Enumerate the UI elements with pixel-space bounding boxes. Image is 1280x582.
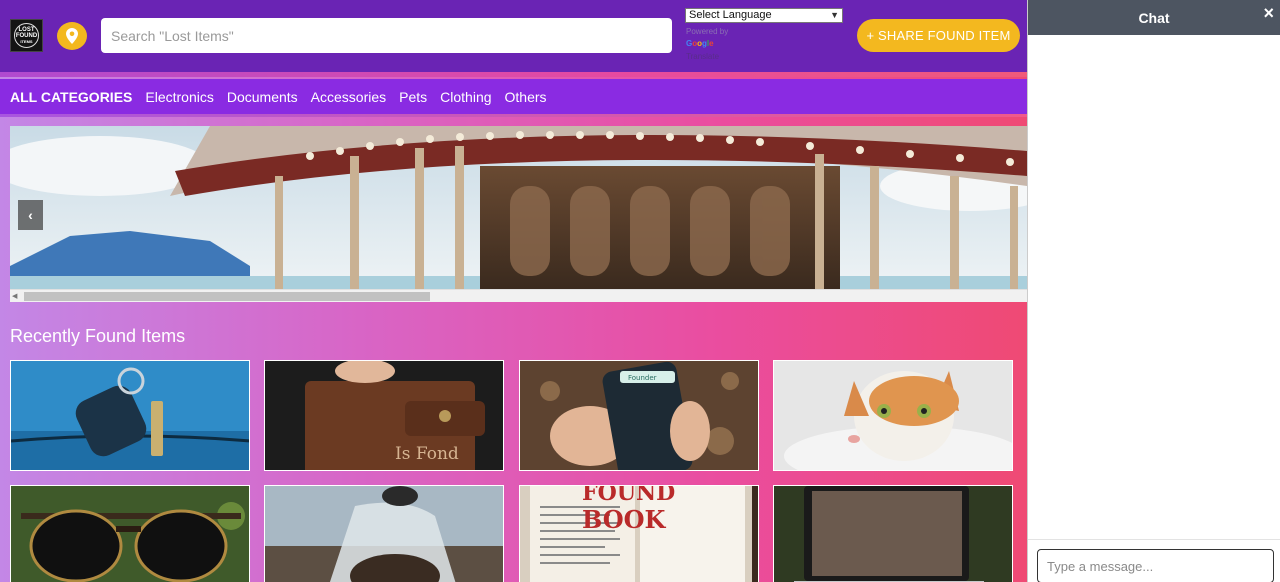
item-card-plastic-bag[interactable] [264,485,504,582]
carousel-illustration [10,126,1027,289]
category-others[interactable]: Others [505,89,547,105]
category-divider [0,114,1027,117]
book-overlay-text-2: BOOK [582,505,667,534]
recently-found-title: Recently Found Items [10,326,186,346]
close-icon[interactable]: × [1263,3,1274,24]
book-image: FOUND BOOK [520,486,758,582]
item-card-sunglasses[interactable] [10,485,250,582]
category-nav: ALL CATEGORIES Electronics Documents Acc… [0,79,1027,114]
item-card-wallet[interactable]: Is Fond [264,360,504,471]
phone-overlay-text: Founder [628,374,657,382]
share-found-item-button[interactable]: + SHARE FOUND ITEM [857,19,1020,52]
laptop-image [774,486,1012,582]
header-divider [0,72,1027,77]
category-accessories[interactable]: Accessories [311,89,386,105]
powered-by-text: Powered by [686,27,729,36]
translate-link[interactable]: Translate [686,52,719,62]
chat-messages [1028,35,1280,539]
scrollbar-thumb[interactable] [24,292,430,301]
carousel-prev-button[interactable]: ‹ [18,200,43,230]
wallet-overlay-text: Is Fond [395,444,459,464]
sunglasses-image [11,486,249,582]
chat-panel: Chat × [1027,0,1280,582]
google-logo-text: Google [686,39,714,49]
chat-message-input[interactable] [1037,549,1274,582]
category-electronics[interactable]: Electronics [145,89,213,105]
logo-emblem: LOST FOUND ITEMS [14,23,39,48]
category-pets[interactable]: Pets [399,89,427,105]
car-keys-image [11,361,249,470]
category-documents[interactable]: Documents [227,89,298,105]
item-card-laptop[interactable] [773,485,1013,582]
logo-text-3: ITEMS [20,38,33,44]
item-card-cat[interactable] [773,360,1013,471]
cat-image [774,361,1012,470]
category-clothing[interactable]: Clothing [440,89,491,105]
carousel-scrollbar[interactable]: ◀ [10,289,1027,302]
item-card-phone[interactable]: Founder [519,360,759,471]
carousel-slide-image: ‹ [10,126,1027,289]
phone-image: Founder [520,361,758,470]
book-overlay-text-1: FOUND [582,486,675,506]
chat-header: Chat × [1028,0,1280,35]
item-card-book[interactable]: FOUND BOOK [519,485,759,582]
category-all[interactable]: ALL CATEGORIES [10,89,132,105]
chevron-left-icon: ‹ [28,207,33,223]
main-page: LOST FOUND ITEMS Select Language ▼ Power… [0,0,1027,582]
search-input[interactable] [101,18,672,53]
top-bar: LOST FOUND ITEMS Select Language ▼ Power… [0,0,1027,72]
wallet-image: Is Fond [265,361,503,470]
item-card-car-keys[interactable] [10,360,250,471]
site-logo[interactable]: LOST FOUND ITEMS [10,19,43,52]
chevron-down-icon: ▼ [830,10,839,20]
banner-carousel: ‹ ◀ [10,126,1027,302]
language-select-value: Select Language [689,9,772,21]
plastic-bag-image [265,486,503,582]
google-letter: e [709,39,714,48]
location-button[interactable] [57,22,87,50]
chat-title: Chat [1138,9,1170,26]
map-pin-icon [66,28,78,44]
chat-footer [1028,539,1280,582]
language-select[interactable]: Select Language ▼ [685,8,843,23]
triangle-left-icon[interactable]: ◀ [12,292,17,300]
